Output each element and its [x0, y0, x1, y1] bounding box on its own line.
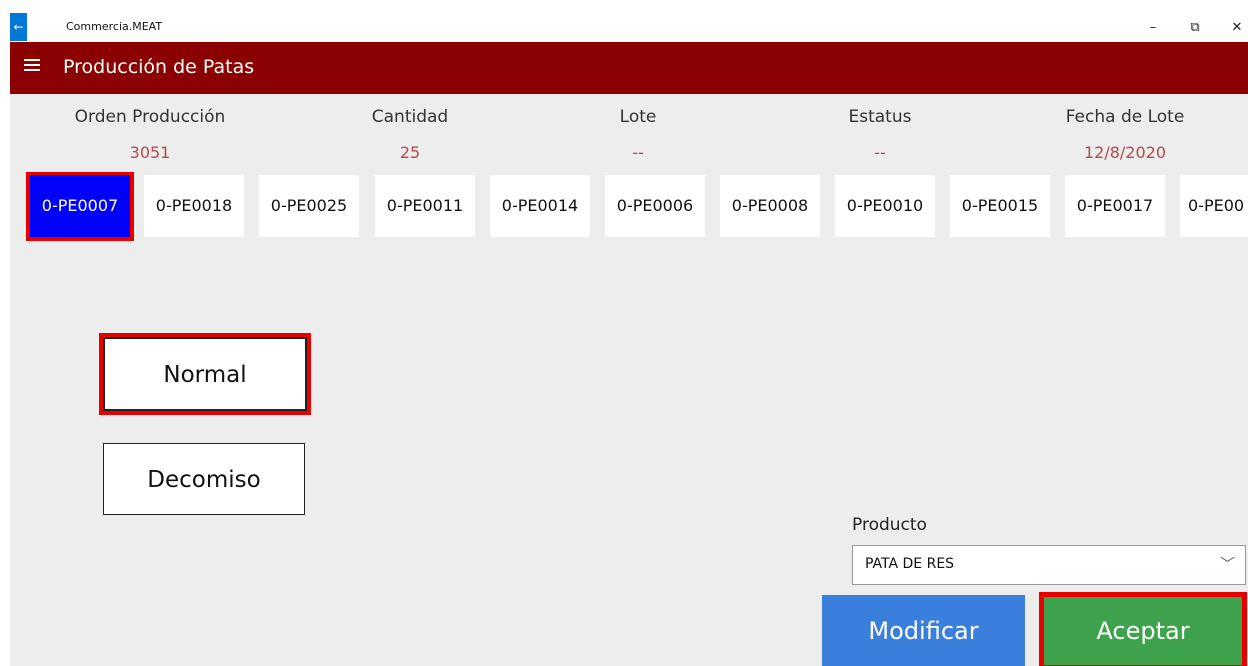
page-title: Producción de Patas: [63, 56, 255, 78]
estatus-field: Estatus --: [820, 104, 940, 168]
minimize-icon[interactable]: –: [1138, 18, 1168, 38]
estatus-value: --: [874, 143, 886, 162]
tag-item[interactable]: 0-PE0010: [835, 175, 935, 237]
tag-item[interactable]: 0-PE0014: [490, 175, 590, 237]
cantidad-value: 25: [399, 143, 421, 162]
orden-produccion-label: Orden Producción: [74, 107, 226, 127]
close-icon[interactable]: ✕: [1222, 18, 1248, 38]
tag-item[interactable]: 0-PE0008: [720, 175, 820, 237]
aceptar-button[interactable]: Aceptar: [1044, 597, 1242, 665]
tag-item-selected[interactable]: 0-PE0007: [30, 175, 130, 237]
lote-value: --: [632, 143, 644, 162]
orden-produccion-field: Orden Producción 3051: [60, 104, 240, 168]
tag-item[interactable]: 0-PE0015: [950, 175, 1050, 237]
tag-item[interactable]: 0-PE0018: [144, 175, 244, 237]
fecha-lote-field: Fecha de Lote 12/8/2020: [1040, 104, 1210, 168]
tag-item[interactable]: 0-PE0025: [259, 175, 359, 237]
tag-item[interactable]: 0-PE0017: [1065, 175, 1165, 237]
tag-item[interactable]: 0-PE00: [1180, 175, 1248, 237]
decomiso-button[interactable]: Decomiso: [103, 443, 305, 515]
tag-strip: 0-PE0007 0-PE0018 0-PE0025 0-PE0011 0-PE…: [22, 172, 1248, 242]
lote-field: Lote --: [588, 104, 688, 168]
producto-select[interactable]: PATA DE RES ﹀: [852, 545, 1246, 585]
tag-item[interactable]: 0-PE0006: [605, 175, 705, 237]
main-content: Orden Producción 3051 Cantidad 25 Lote -…: [10, 94, 1248, 666]
normal-button[interactable]: Normal: [104, 338, 306, 410]
chevron-down-icon: ﹀: [1219, 555, 1235, 573]
back-arrow-icon[interactable]: ←: [10, 13, 27, 41]
producto-selected-value: PATA DE RES: [865, 556, 955, 572]
app-title: Commercia.MEAT: [66, 20, 163, 33]
cantidad-field: Cantidad 25: [340, 104, 480, 168]
cantidad-label: Cantidad: [371, 107, 449, 127]
fecha-lote-label: Fecha de Lote: [1065, 107, 1185, 127]
orden-produccion-value: 3051: [129, 143, 171, 162]
fecha-lote-value: 12/8/2020: [1083, 143, 1167, 162]
estatus-label: Estatus: [848, 107, 912, 127]
page-header: Producción de Patas: [10, 42, 1248, 94]
restore-icon[interactable]: ⧉: [1180, 18, 1210, 38]
lote-label: Lote: [619, 107, 657, 127]
hamburger-menu-icon[interactable]: [24, 59, 40, 71]
tag-item[interactable]: 0-PE0011: [375, 175, 475, 237]
window-titlebar: ← Commercia.MEAT – ⧉ ✕: [0, 0, 1248, 42]
producto-label: Producto: [852, 515, 927, 535]
modificar-button[interactable]: Modificar: [822, 595, 1025, 666]
